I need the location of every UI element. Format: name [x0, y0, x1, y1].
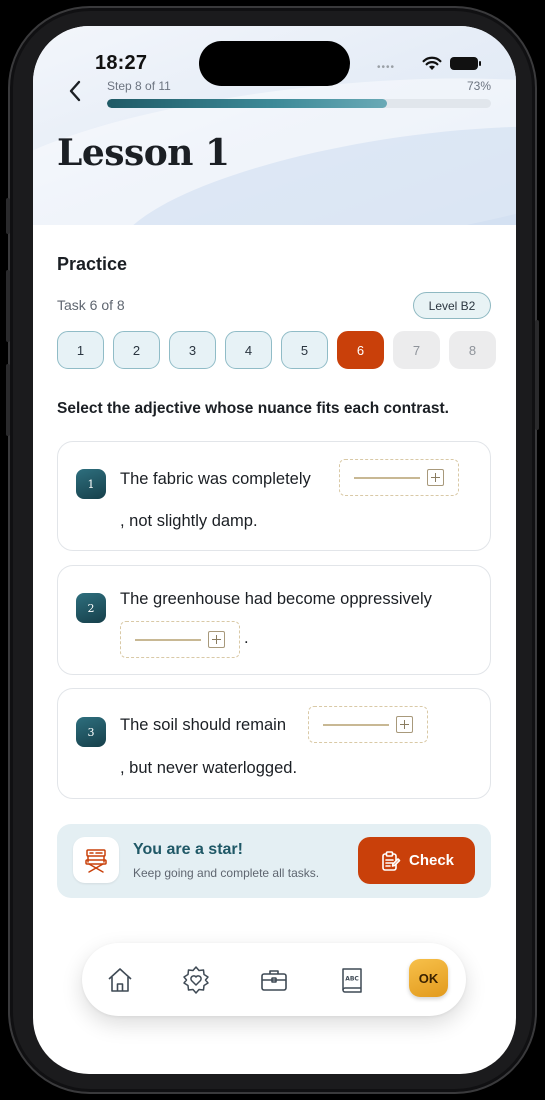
question-text-before: The greenhouse had become oppressively: [120, 590, 432, 608]
level-badge: Level B2: [413, 292, 491, 319]
question-text-after: .: [244, 629, 249, 647]
volume-up-button: [6, 270, 10, 342]
bottom-tab-bar: ABC OK: [82, 943, 466, 1016]
signal-dots-icon: ••••: [377, 62, 396, 73]
dynamic-island: [199, 41, 350, 86]
progress-fill: [107, 99, 388, 108]
check-button-label: Check: [408, 852, 455, 869]
banner-title: You are a star!: [133, 841, 243, 858]
task-button-5[interactable]: 5: [281, 331, 328, 369]
lesson-progress-bar: [107, 99, 491, 108]
tab-achievements[interactable]: [176, 960, 216, 1000]
badge-heart-icon: [183, 966, 209, 994]
progress-percent: 73%: [466, 79, 491, 93]
question-number-badge: 1: [76, 469, 106, 499]
tab-portfolio[interactable]: [254, 960, 294, 1000]
chevron-left-icon: [69, 80, 81, 102]
status-time: 18:27: [95, 52, 148, 74]
question-card-3: 3 The soil should remain , but never wat…: [57, 688, 491, 799]
svg-text:ABC: ABC: [345, 976, 359, 983]
clipboard-icon: [382, 850, 401, 871]
plus-icon: [396, 716, 413, 733]
app-screen: 18:27 •••• Step 8 of 11 73% Lesson 1 Pra…: [33, 26, 516, 1074]
instruction-text: Select the adjective whose nuance fits e…: [57, 400, 449, 417]
answer-blank-2[interactable]: [120, 621, 240, 658]
task-button-1[interactable]: 1: [57, 331, 104, 369]
wifi-icon: [422, 56, 442, 76]
plus-icon: [427, 469, 444, 486]
task-button-7[interactable]: 7: [393, 331, 440, 369]
volume-down-button: [6, 364, 10, 436]
task-navigator: 12345678: [57, 331, 496, 369]
answer-blank-1[interactable]: [339, 459, 459, 496]
plus-icon: [208, 631, 225, 648]
tab-dictionary[interactable]: ABC: [332, 960, 372, 1000]
section-title: Practice: [57, 254, 128, 274]
battery-icon: [450, 57, 481, 70]
encouragement-banner: You are a star! Keep going and complete …: [57, 824, 491, 898]
briefcase-icon: [261, 970, 287, 991]
page-title: Lesson 1: [57, 132, 230, 174]
check-button[interactable]: Check: [358, 837, 475, 884]
question-card-1: 1 The fabric was completely , not slight…: [57, 441, 491, 551]
question-text-before: The soil should remain: [120, 716, 286, 734]
question-number-badge: 3: [76, 717, 106, 747]
question-text-before: The fabric was completely: [120, 470, 311, 488]
task-button-6[interactable]: 6: [337, 331, 384, 369]
question-text-after: , but never waterlogged.: [120, 759, 298, 777]
ok-button[interactable]: OK: [409, 959, 448, 997]
question-card-2: 2 The greenhouse had become oppressively…: [57, 565, 491, 675]
back-button[interactable]: [63, 79, 87, 103]
question-number-badge: 2: [76, 593, 106, 623]
answer-blank-3[interactable]: [308, 706, 428, 743]
question-text-after: , not slightly damp.: [120, 512, 258, 530]
abc-book-icon: ABC: [342, 968, 362, 993]
task-button-8[interactable]: 8: [449, 331, 496, 369]
task-counter: Task 6 of 8: [57, 297, 125, 313]
director-chair-icon: [73, 837, 119, 883]
task-button-2[interactable]: 2: [113, 331, 160, 369]
banner-subtitle: Keep going and complete all tasks.: [133, 866, 320, 880]
task-button-4[interactable]: 4: [225, 331, 272, 369]
mute-switch: [6, 198, 10, 234]
task-button-3[interactable]: 3: [169, 331, 216, 369]
tab-home[interactable]: [100, 960, 140, 1000]
home-icon: [108, 968, 132, 992]
power-button: [535, 320, 539, 430]
step-label: Step 8 of 11: [107, 79, 171, 93]
